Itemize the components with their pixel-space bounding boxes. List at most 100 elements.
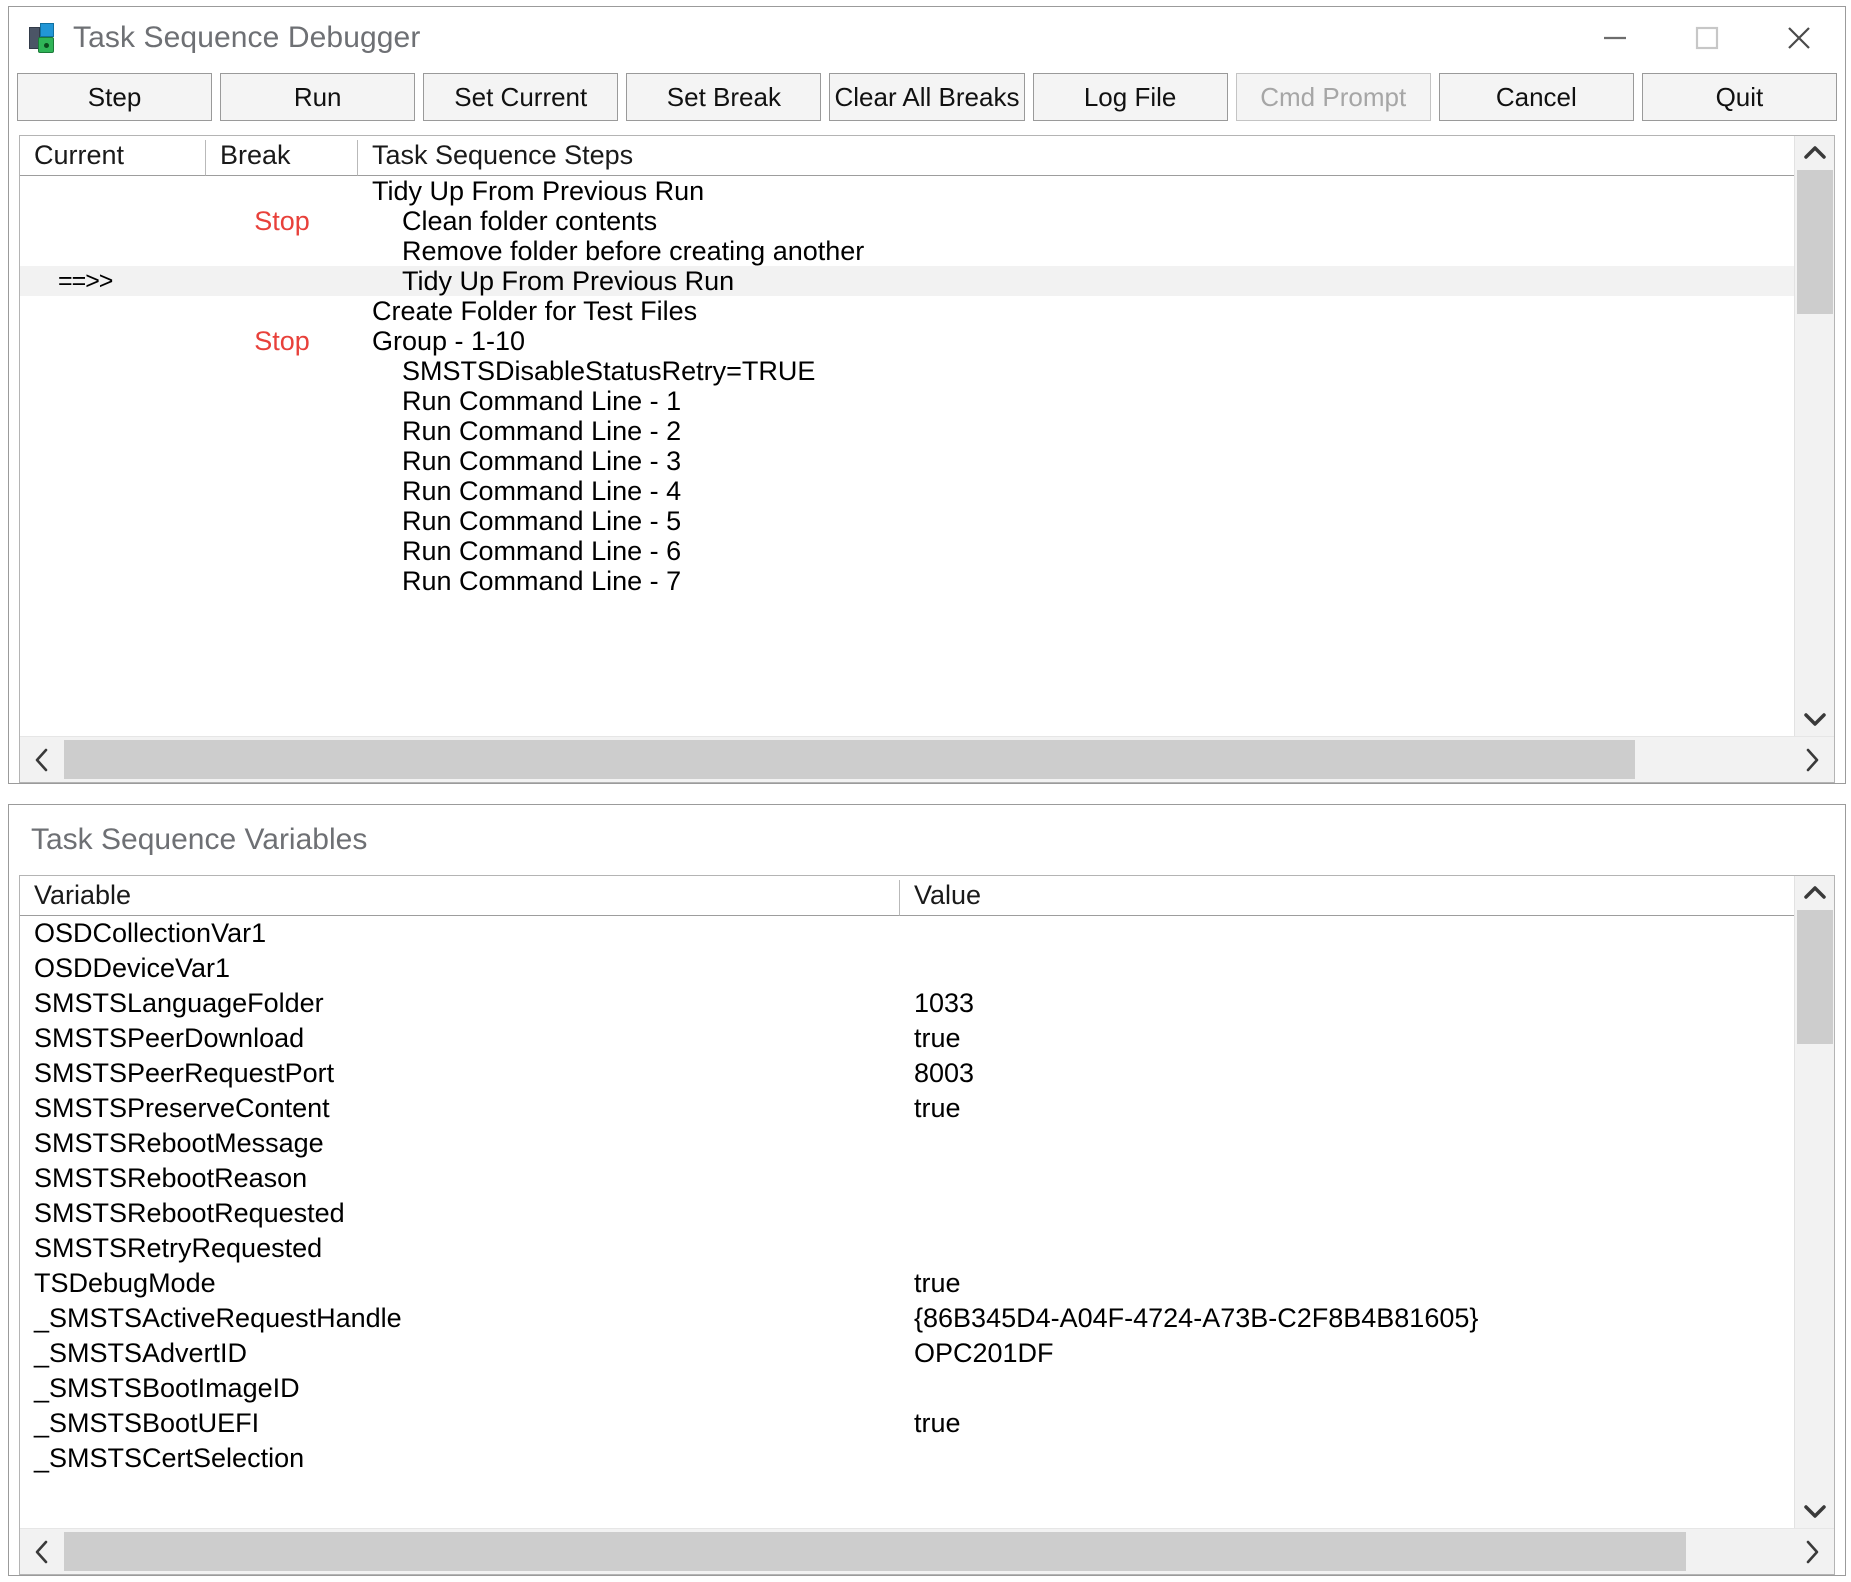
maximize-button[interactable] xyxy=(1661,7,1753,69)
step-name: Run Command Line - 7 xyxy=(358,566,1794,597)
variable-name: SMSTSPeerDownload xyxy=(20,1023,900,1054)
step-name: Run Command Line - 4 xyxy=(358,476,1794,507)
variables-rows-container: OSDCollectionVar1OSDDeviceVar1SMSTSLangu… xyxy=(20,916,1794,1528)
variable-name: SMSTSPreserveContent xyxy=(20,1093,900,1124)
column-header-steps[interactable]: Task Sequence Steps xyxy=(358,140,1794,176)
variable-name: SMSTSRetryRequested xyxy=(20,1233,900,1264)
steps-vscroll-thumb[interactable] xyxy=(1797,170,1833,314)
variables-horizontal-scrollbar[interactable] xyxy=(20,1528,1834,1574)
window-controls xyxy=(1569,7,1845,69)
column-header-current[interactable]: Current xyxy=(20,140,206,176)
steps-hscroll-track[interactable] xyxy=(64,737,1790,782)
set-break-button[interactable]: Set Break xyxy=(626,73,821,121)
column-header-variable[interactable]: Variable xyxy=(20,880,900,916)
steps-vertical-scrollbar[interactable] xyxy=(1794,136,1834,736)
scroll-up-icon[interactable] xyxy=(1795,876,1834,910)
variable-name: _SMSTSActiveRequestHandle xyxy=(20,1303,900,1334)
scroll-left-icon[interactable] xyxy=(20,746,64,774)
set-current-button[interactable]: Set Current xyxy=(423,73,618,121)
current-step-marker: ==>> xyxy=(20,267,206,296)
window-title: Task Sequence Debugger xyxy=(73,21,420,55)
cancel-button[interactable]: Cancel xyxy=(1439,73,1634,121)
table-row[interactable]: SMSTSRebootMessage xyxy=(20,1126,1794,1161)
step-name: SMSTSDisableStatusRetry=TRUE xyxy=(358,356,1794,387)
table-row[interactable]: SMSTSPeerDownloadtrue xyxy=(20,1021,1794,1056)
variables-hscroll-thumb[interactable] xyxy=(64,1532,1686,1571)
table-row[interactable]: ==>>Tidy Up From Previous Run xyxy=(20,266,1794,296)
scroll-left-icon[interactable] xyxy=(20,1538,64,1566)
step-button[interactable]: Step xyxy=(17,73,212,121)
step-name: Run Command Line - 6 xyxy=(358,536,1794,567)
variable-name: OSDDeviceVar1 xyxy=(20,953,900,984)
scroll-down-icon[interactable] xyxy=(1795,1494,1834,1528)
steps-horizontal-scrollbar[interactable] xyxy=(20,736,1834,782)
step-name: Create Folder for Test Files xyxy=(358,296,1794,327)
table-row[interactable]: Create Folder for Test Files xyxy=(20,296,1794,326)
steps-vscroll-track[interactable] xyxy=(1795,170,1834,702)
minimize-button[interactable] xyxy=(1569,7,1661,69)
scroll-down-icon[interactable] xyxy=(1795,702,1834,736)
variables-vscroll-track[interactable] xyxy=(1795,910,1834,1494)
table-row[interactable]: Run Command Line - 1 xyxy=(20,386,1794,416)
table-row[interactable]: Run Command Line - 4 xyxy=(20,476,1794,506)
table-row[interactable]: _SMSTSBootImageID xyxy=(20,1371,1794,1406)
steps-column-headers: Current Break Task Sequence Steps xyxy=(20,136,1794,176)
steps-hscroll-thumb[interactable] xyxy=(64,740,1635,779)
table-row[interactable]: Run Command Line - 3 xyxy=(20,446,1794,476)
table-row[interactable]: Run Command Line - 5 xyxy=(20,506,1794,536)
table-row[interactable]: SMSTSDisableStatusRetry=TRUE xyxy=(20,356,1794,386)
scroll-right-icon[interactable] xyxy=(1790,746,1834,774)
table-row[interactable]: SMSTSLanguageFolder1033 xyxy=(20,986,1794,1021)
variable-name: OSDCollectionVar1 xyxy=(20,918,900,949)
variable-value: 1033 xyxy=(900,988,1794,1019)
table-row[interactable]: _SMSTSBootUEFItrue xyxy=(20,1406,1794,1441)
column-header-value[interactable]: Value xyxy=(900,880,1794,916)
variable-name: _SMSTSAdvertID xyxy=(20,1338,900,1369)
variable-value: {86B345D4-A04F-4724-A73B-C2F8B4B81605} xyxy=(900,1303,1794,1334)
variable-value: 8003 xyxy=(900,1058,1794,1089)
variables-hscroll-track[interactable] xyxy=(64,1529,1790,1574)
table-row[interactable]: _SMSTSActiveRequestHandle{86B345D4-A04F-… xyxy=(20,1301,1794,1336)
table-row[interactable]: SMSTSRebootRequested xyxy=(20,1196,1794,1231)
variable-name: SMSTSLanguageFolder xyxy=(20,988,900,1019)
clear-all-breaks-button[interactable]: Clear All Breaks xyxy=(829,73,1024,121)
breakpoint-badge: Stop xyxy=(206,326,358,357)
table-row[interactable]: _SMSTSCertSelection xyxy=(20,1441,1794,1476)
close-button[interactable] xyxy=(1753,7,1845,69)
table-row[interactable]: Run Command Line - 2 xyxy=(20,416,1794,446)
table-row[interactable]: Remove folder before creating another xyxy=(20,236,1794,266)
run-button[interactable]: Run xyxy=(220,73,415,121)
table-row[interactable]: OSDCollectionVar1 xyxy=(20,916,1794,951)
quit-button[interactable]: Quit xyxy=(1642,73,1837,121)
variables-vscroll-thumb[interactable] xyxy=(1797,910,1833,1044)
variable-value: true xyxy=(900,1408,1794,1439)
variable-name: SMSTSRebootMessage xyxy=(20,1128,900,1159)
step-name: Run Command Line - 5 xyxy=(358,506,1794,537)
table-row[interactable]: SMSTSPreserveContenttrue xyxy=(20,1091,1794,1126)
table-row[interactable]: Run Command Line - 7 xyxy=(20,566,1794,596)
task-sequence-steps-list: Current Break Task Sequence Steps Tidy U… xyxy=(19,135,1835,783)
table-row[interactable]: StopClean folder contents xyxy=(20,206,1794,236)
table-row[interactable]: Run Command Line - 6 xyxy=(20,536,1794,566)
task-sequence-debugger-window: Task Sequence Debugger Step Run Set Curr… xyxy=(8,6,1846,784)
step-name: Run Command Line - 1 xyxy=(358,386,1794,417)
scroll-right-icon[interactable] xyxy=(1790,1538,1834,1566)
variables-vertical-scrollbar[interactable] xyxy=(1794,876,1834,1528)
log-file-button[interactable]: Log File xyxy=(1033,73,1228,121)
table-row[interactable]: Tidy Up From Previous Run xyxy=(20,176,1794,206)
table-row[interactable]: SMSTSRebootReason xyxy=(20,1161,1794,1196)
table-row[interactable]: OSDDeviceVar1 xyxy=(20,951,1794,986)
scroll-up-icon[interactable] xyxy=(1795,136,1834,170)
title-bar: Task Sequence Debugger xyxy=(9,7,1845,69)
table-row[interactable]: SMSTSPeerRequestPort8003 xyxy=(20,1056,1794,1091)
variable-value: OPC201DF xyxy=(900,1338,1794,1369)
variable-value: true xyxy=(900,1268,1794,1299)
table-row[interactable]: _SMSTSAdvertIDOPC201DF xyxy=(20,1336,1794,1371)
variable-value: true xyxy=(900,1023,1794,1054)
table-row[interactable]: StopGroup - 1-10 xyxy=(20,326,1794,356)
table-row[interactable]: TSDebugModetrue xyxy=(20,1266,1794,1301)
table-row[interactable]: SMSTSRetryRequested xyxy=(20,1231,1794,1266)
step-name: Run Command Line - 2 xyxy=(358,416,1794,447)
debugger-toolbar: Step Run Set Current Set Break Clear All… xyxy=(9,69,1845,131)
column-header-break[interactable]: Break xyxy=(206,140,358,176)
